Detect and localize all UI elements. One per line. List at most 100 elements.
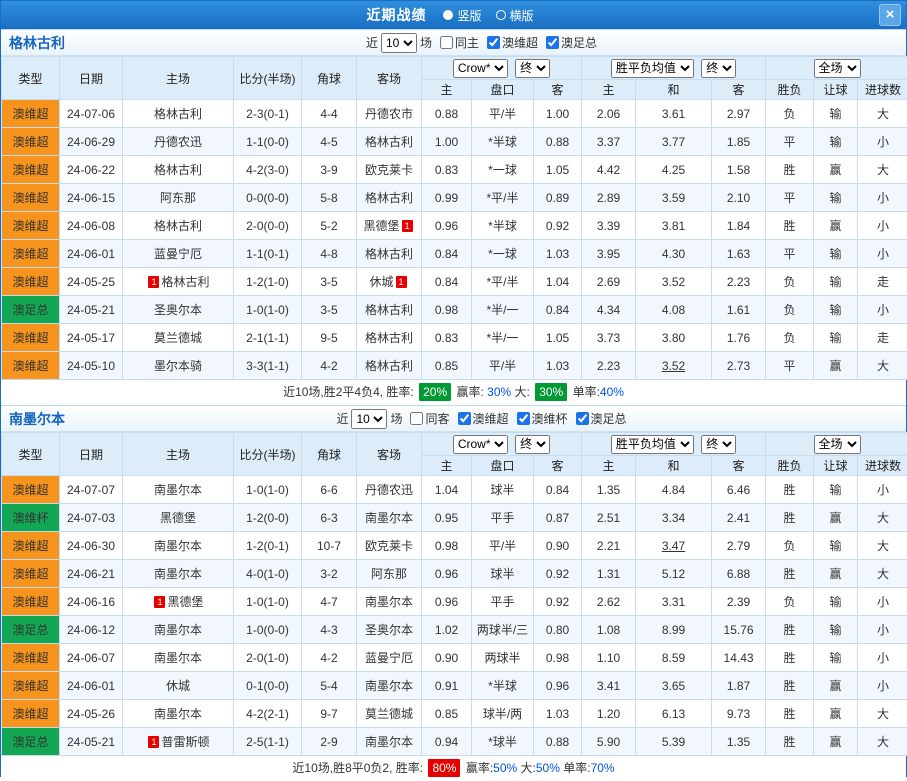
company-final-select[interactable]: 终 [515, 435, 550, 454]
match-row: 澳维超24-06-01休城0-1(0-0)5-4南墨尔本0.91*半球0.963… [2, 672, 907, 700]
goals-outcome: 小 [858, 672, 907, 700]
match-type: 澳维超 [2, 184, 60, 212]
scope-select[interactable]: 全场 [814, 59, 861, 78]
euro-home-odds: 3.95 [582, 240, 636, 268]
league-filter-label: 澳维杯 [532, 410, 568, 427]
match-row: 澳维超24-06-15阿东那0-0(0-0)5-8格林古利0.99*平/半0.8… [2, 184, 907, 212]
asia-home-odds: 0.85 [422, 352, 472, 380]
match-row: 澳足总24-05-21圣奥尔本1-0(1-0)3-5格林古利0.98*半/一0.… [2, 296, 907, 324]
asia-away-odds: 1.04 [534, 268, 582, 296]
away-team: 丹德农市 [357, 100, 422, 128]
footer-stat: 大: [517, 761, 536, 775]
away-team: 蓝曼宁厄 [357, 644, 422, 672]
match-type: 澳足总 [2, 616, 60, 644]
corner-kicks: 4-2 [302, 644, 357, 672]
match-type: 澳维超 [2, 268, 60, 296]
section-header-away-team: 南墨尔本 近 10 场 同客 澳维超澳维杯澳足总 [1, 405, 906, 432]
handicap-outcome: 输 [814, 476, 858, 504]
recent-results-window: 近期战绩 竖版 横版 × 格林古利 近 10 场 同主 澳维超澳足总 [0, 0, 907, 777]
league-filter-checkbox[interactable]: 澳足总 [576, 410, 627, 427]
company-final-select[interactable]: 终 [515, 59, 550, 78]
goals-outcome: 小 [858, 588, 907, 616]
odds-final-select[interactable]: 终 [701, 59, 736, 78]
corner-kicks: 5-2 [302, 212, 357, 240]
match-type: 澳维超 [2, 156, 60, 184]
league-filter-checkbox[interactable]: 澳维超 [458, 410, 509, 427]
recent-label: 近 [366, 34, 378, 51]
layout-radio-horizontal[interactable]: 横版 [496, 7, 534, 24]
asia-home-odds: 0.84 [422, 268, 472, 296]
euro-away-odds: 1.84 [712, 212, 766, 240]
asia-away-odds: 1.03 [534, 240, 582, 268]
league-filter-checkbox[interactable]: 澳维杯 [517, 410, 568, 427]
matches-table-away: 类型 日期 主场 比分(半场) 角球 客场 Crow* 终 胜平负均值 终 全场 [1, 432, 907, 756]
asia-handicap: *球半 [472, 728, 534, 756]
euro-away-odds: 1.61 [712, 296, 766, 324]
match-type: 澳维超 [2, 588, 60, 616]
league-filter-checkbox[interactable]: 澳足总 [546, 34, 597, 51]
column-header: 客 [534, 456, 582, 476]
window-title: 近期战绩 [366, 5, 426, 25]
home-team: 格林古利 [123, 156, 234, 184]
goals-outcome: 走 [858, 324, 907, 352]
asia-handicap: *半/一 [472, 324, 534, 352]
asia-home-odds: 0.84 [422, 240, 472, 268]
odds-type-select[interactable]: 胜平负均值 [611, 435, 694, 454]
euro-away-odds: 6.46 [712, 476, 766, 504]
match-type: 澳维超 [2, 100, 60, 128]
euro-away-odds: 9.73 [712, 700, 766, 728]
euro-draw-odds: 3.81 [636, 212, 712, 240]
result-outcome: 胜 [766, 700, 814, 728]
asia-away-odds: 1.03 [534, 700, 582, 728]
euro-draw-odds: 8.99 [636, 616, 712, 644]
corner-kicks: 4-8 [302, 240, 357, 268]
asia-away-odds: 0.88 [534, 128, 582, 156]
corner-kicks: 6-3 [302, 504, 357, 532]
corner-kicks: 3-5 [302, 296, 357, 324]
footer-stat: 近10场,胜2平4负4, 胜率: [283, 385, 417, 399]
asia-handicap: 球半 [472, 476, 534, 504]
radio-label: 横版 [510, 7, 534, 24]
goals-outcome: 大 [858, 100, 907, 128]
euro-draw-odds: 3.52 [636, 352, 712, 380]
same-venue-checkbox[interactable]: 同主 [440, 34, 479, 51]
euro-away-odds: 2.41 [712, 504, 766, 532]
red-card-badge: 1 [396, 276, 407, 288]
games-label: 场 [390, 410, 402, 427]
stats-summary-home: 近10场,胜2平4负4, 胜率: 20% 赢率: 30% 大: 30% 单率:4… [1, 380, 906, 405]
footer-stat: 50% [536, 761, 560, 775]
asia-home-odds: 1.02 [422, 616, 472, 644]
close-button[interactable]: × [879, 4, 901, 26]
column-header: 和 [636, 80, 712, 100]
asia-home-odds: 1.00 [422, 128, 472, 156]
footer-stat: 单率: [569, 385, 600, 399]
match-row: 澳维超24-06-161黑德堡1-0(1-0)4-7南墨尔本0.96平手0.92… [2, 588, 907, 616]
euro-home-odds: 2.51 [582, 504, 636, 532]
recent-count-select[interactable]: 10 [351, 409, 387, 429]
odds-type-select[interactable]: 胜平负均值 [611, 59, 694, 78]
odds-final-select[interactable]: 终 [701, 435, 736, 454]
footer-stat: 50% [493, 761, 517, 775]
scope-select[interactable]: 全场 [814, 435, 861, 454]
handicap-outcome: 输 [814, 128, 858, 156]
asia-home-odds: 0.94 [422, 728, 472, 756]
league-filter-checkbox[interactable]: 澳维超 [487, 34, 538, 51]
layout-radio-vertical[interactable]: 竖版 [443, 7, 481, 24]
company-select[interactable]: Crow* [453, 59, 508, 78]
same-venue-checkbox[interactable]: 同客 [410, 410, 449, 427]
column-header: 让球 [814, 456, 858, 476]
euro-home-odds: 2.89 [582, 184, 636, 212]
goals-outcome: 小 [858, 184, 907, 212]
recent-count-select[interactable]: 10 [381, 33, 417, 53]
handicap-outcome: 输 [814, 324, 858, 352]
column-header: 胜负 [766, 80, 814, 100]
company-select[interactable]: Crow* [453, 435, 508, 454]
euro-home-odds: 3.39 [582, 212, 636, 240]
home-team: 墨尔本骑 [123, 352, 234, 380]
goals-outcome: 小 [858, 128, 907, 156]
corner-kicks: 3-2 [302, 560, 357, 588]
goals-outcome: 大 [858, 156, 907, 184]
asia-home-odds: 0.90 [422, 644, 472, 672]
column-header: 胜负 [766, 456, 814, 476]
match-date: 24-06-30 [60, 532, 123, 560]
